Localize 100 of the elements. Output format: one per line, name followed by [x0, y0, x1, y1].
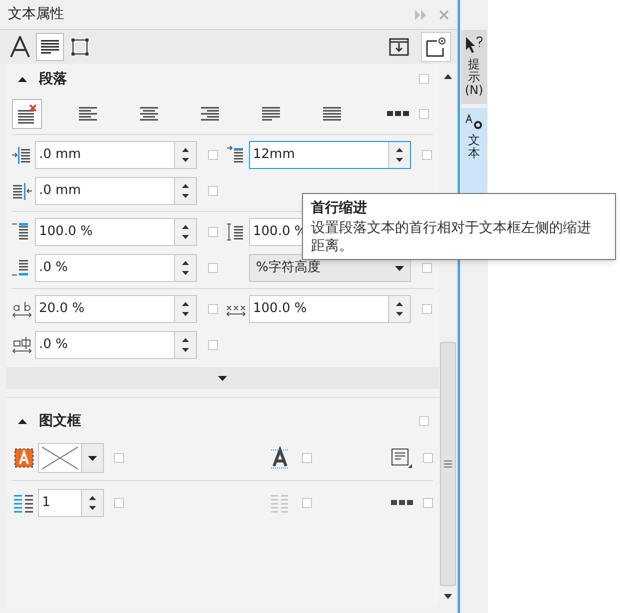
preview-icon — [425, 36, 447, 58]
spin-value: 100.0 % — [39, 224, 93, 240]
spin-value: 100.0 % — [253, 301, 307, 317]
spinner-button[interactable] — [174, 178, 196, 204]
checkbox[interactable] — [114, 498, 124, 508]
caret-icon — [395, 266, 404, 270]
spinner-button[interactable] — [174, 219, 196, 245]
spin-field[interactable]: 100.0 % — [249, 295, 411, 323]
down-arrow-icon — [182, 194, 189, 198]
down-arrow-icon — [182, 312, 189, 316]
up-arrow-icon — [89, 496, 96, 500]
preview-button[interactable] — [421, 32, 451, 62]
text-settings-icon — [465, 114, 483, 130]
checkbox[interactable] — [419, 416, 429, 426]
checkbox[interactable] — [422, 263, 432, 273]
checkbox[interactable] — [208, 186, 218, 196]
spin-field[interactable]: .0 % — [35, 254, 197, 282]
side-tab-label: 文本 — [467, 134, 481, 160]
paragraph-icon — [39, 38, 61, 56]
tooltip-text: 设置段落文本的首行相对于文本框左侧的缩进距离。 — [311, 219, 592, 256]
up-arrow-icon — [396, 148, 403, 152]
checkbox[interactable] — [114, 453, 124, 463]
down-arrow-icon — [182, 271, 189, 275]
spinner-button[interactable] — [388, 296, 410, 322]
spin-value: .0 mm — [39, 183, 81, 199]
checkbox[interactable] — [302, 453, 312, 463]
up-arrow-icon — [396, 302, 403, 306]
caret-icon — [88, 456, 97, 460]
fill-icon — [12, 446, 36, 470]
spinner-button[interactable] — [388, 142, 410, 168]
checkbox[interactable] — [419, 74, 429, 84]
spinner-button[interactable] — [174, 255, 196, 281]
down-arrow-icon[interactable] — [444, 594, 452, 599]
no-align-icon — [16, 104, 38, 124]
up-arrow-icon — [182, 148, 189, 152]
spin-value: 20.0 % — [39, 301, 84, 317]
align-icon — [199, 105, 221, 123]
language-spacing-icon — [12, 335, 32, 355]
checkbox[interactable] — [208, 263, 218, 273]
alignment-button[interactable] — [12, 99, 42, 129]
more-icon[interactable] — [387, 111, 409, 117]
panel-tab[interactable] — [36, 33, 64, 61]
align-icon — [260, 105, 282, 123]
checkbox[interactable] — [208, 340, 218, 350]
spin-field[interactable]: .0 % — [35, 331, 197, 359]
collapse-caret-icon[interactable] — [18, 418, 27, 424]
grip-icon — [444, 460, 452, 468]
fill-dropdown[interactable] — [38, 443, 104, 473]
spin-value: 1 — [42, 494, 50, 510]
line-spacing-icon — [226, 222, 246, 242]
no-fill-icon — [39, 444, 81, 472]
down-arrow-icon — [182, 235, 189, 239]
checkbox[interactable] — [423, 453, 433, 463]
spinner-button[interactable] — [174, 332, 196, 358]
down-arrow-icon — [182, 158, 189, 162]
right-indent-icon — [12, 181, 32, 201]
checkbox[interactable] — [208, 227, 218, 237]
up-arrow-icon — [182, 302, 189, 306]
spinner-button[interactable] — [174, 296, 196, 322]
spin-value: .0 % — [39, 337, 68, 353]
frame-icon — [70, 37, 90, 57]
spin-value: .0 mm — [39, 147, 81, 163]
checkbox[interactable] — [208, 150, 218, 160]
side-tab[interactable]: 提示(N) — [461, 30, 487, 104]
letter-spacing-icon — [12, 299, 32, 319]
section-title: 图文框 — [39, 412, 82, 430]
spin-value: .0 % — [39, 260, 68, 276]
checkbox[interactable] — [208, 304, 218, 314]
checkbox[interactable] — [422, 304, 432, 314]
character-icon — [9, 36, 31, 58]
checkbox[interactable] — [423, 498, 433, 508]
down-arrow-icon — [396, 312, 403, 316]
panel-title: 文本属性 — [8, 5, 65, 24]
up-arrow-icon — [182, 261, 189, 265]
spin-field[interactable]: 100.0 % — [35, 218, 197, 246]
checkbox[interactable] — [419, 109, 429, 119]
scroll-thumb[interactable] — [440, 342, 456, 586]
spinner-button[interactable] — [81, 490, 103, 516]
up-arrow-icon — [182, 338, 189, 342]
up-arrow-icon[interactable] — [444, 74, 452, 79]
up-arrow-icon — [182, 225, 189, 229]
down-arrow-icon — [89, 506, 96, 510]
down-arrow-icon — [396, 158, 403, 162]
help-pointer-icon — [464, 36, 484, 54]
align-icon — [138, 105, 160, 123]
spin-field[interactable]: .0 mm — [35, 141, 197, 169]
align-icon — [321, 105, 343, 123]
left-indent-icon — [12, 145, 32, 165]
collapse-caret-icon[interactable] — [18, 76, 27, 82]
import-icon — [389, 38, 409, 56]
spinner-button[interactable] — [174, 142, 196, 168]
spin-value: 12mm — [253, 147, 295, 163]
align-icon — [77, 105, 99, 123]
checkbox[interactable] — [422, 150, 432, 160]
spin-field[interactable]: 20.0 % — [35, 295, 197, 323]
tooltip-title: 首行缩进 — [311, 199, 368, 218]
spin-field[interactable]: 1 — [38, 488, 104, 516]
spin-field[interactable]: 12mm — [249, 141, 411, 169]
spin-field[interactable]: .0 mm — [35, 177, 197, 205]
up-arrow-icon — [182, 184, 189, 188]
